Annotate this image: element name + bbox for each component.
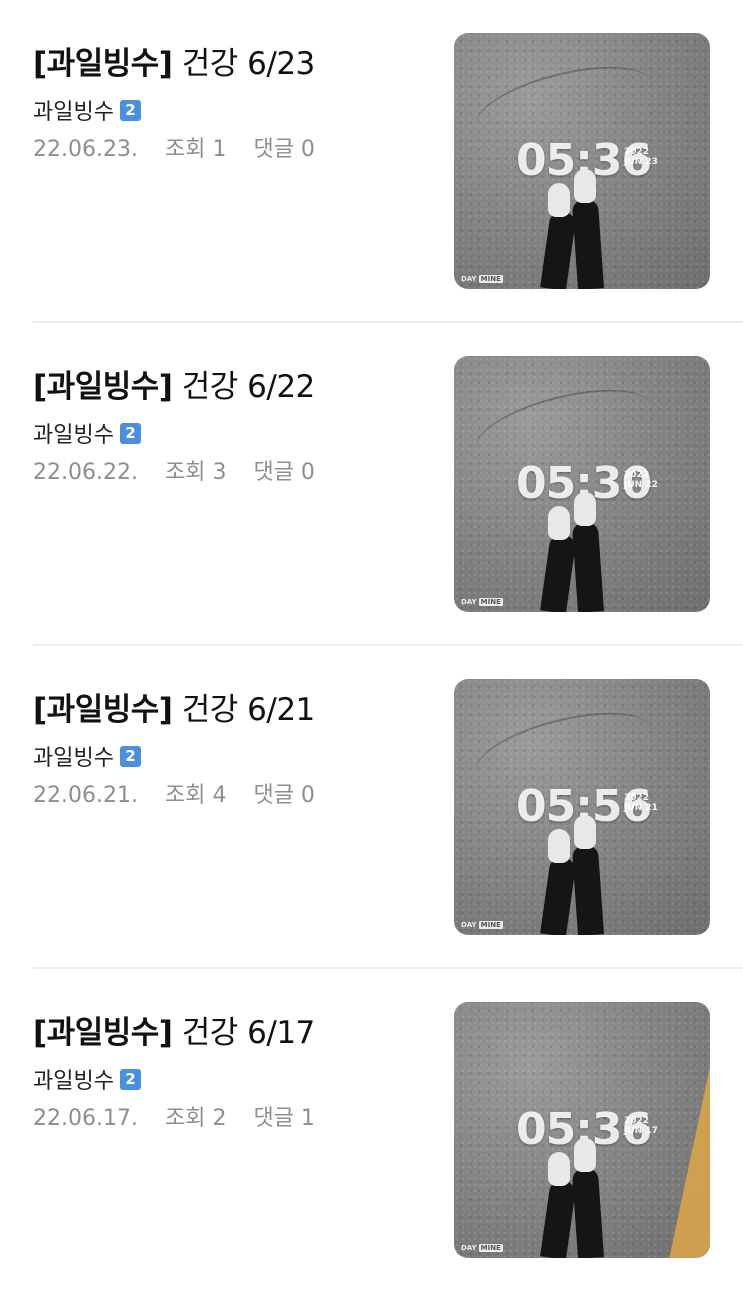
watermark-day: DAY	[461, 275, 477, 283]
daymine-watermark: DAY MINE	[461, 275, 503, 283]
thumb-date: 2022 JUN 17	[624, 1116, 658, 1136]
post-views: 조회 2	[164, 1106, 227, 1131]
author-row: 과일빙수 2	[33, 1063, 141, 1095]
post-views: 조회 4	[164, 783, 227, 808]
post-thumbnail[interactable]: 05:56 2022 JUN 21 DAY MINE	[454, 679, 710, 935]
thumb-day: JUN 22	[624, 480, 658, 490]
daymine-watermark: DAY MINE	[461, 1244, 503, 1252]
level-badge: 2	[119, 1068, 141, 1090]
right-shoe	[574, 1138, 596, 1172]
post-thumbnail[interactable]: 05:36 2022 JUN 17 DAY MINE	[454, 1002, 710, 1258]
watermark-mine: MINE	[478, 275, 503, 283]
author-row: 과일빙수 2	[33, 740, 141, 772]
post-title-tag: [과일빙수]	[33, 692, 173, 728]
watermark-mine: MINE	[478, 921, 503, 929]
post-comments: 댓글 0	[253, 137, 315, 162]
post-date: 22.06.21.	[33, 783, 138, 808]
right-shoe	[574, 492, 596, 526]
level-badge: 2	[119, 422, 141, 444]
author-name[interactable]: 과일빙수	[33, 740, 114, 772]
watermark-day: DAY	[461, 921, 477, 929]
left-shoe	[548, 829, 570, 863]
post-title[interactable]: [과일빙수] 건강 6/17	[33, 1007, 315, 1052]
post-comments: 댓글 0	[253, 783, 315, 808]
post-title-text: 건강 6/23	[172, 46, 316, 82]
post-meta: 22.06.21. 조회 4 댓글 0	[33, 777, 315, 809]
post-item[interactable]: [과일빙수] 건강 6/17 과일빙수 2 22.06.17. 조회 2 댓글 …	[0, 969, 743, 1292]
daymine-watermark: DAY MINE	[461, 598, 503, 606]
post-title-text: 건강 6/21	[172, 692, 316, 728]
author-row: 과일빙수 2	[33, 94, 141, 126]
thumb-year: 2022	[624, 1116, 650, 1126]
post-date: 22.06.22.	[33, 460, 138, 485]
post-title-tag: [과일빙수]	[33, 46, 173, 82]
post-views: 조회 1	[164, 137, 227, 162]
post-meta: 22.06.23. 조회 1 댓글 0	[33, 131, 315, 163]
thumb-year: 2022	[624, 470, 650, 480]
post-meta: 22.06.17. 조회 2 댓글 1	[33, 1100, 315, 1132]
post-title[interactable]: [과일빙수] 건강 6/21	[33, 684, 315, 729]
left-shoe	[548, 1152, 570, 1186]
author-name[interactable]: 과일빙수	[33, 417, 114, 449]
post-comments: 댓글 0	[253, 460, 315, 485]
watermark-mine: MINE	[478, 1244, 503, 1252]
thumb-date: 2022 JUN 21	[624, 793, 658, 813]
thumb-day: JUN 21	[624, 803, 658, 813]
watermark-day: DAY	[461, 1244, 477, 1252]
post-title-text: 건강 6/17	[172, 1015, 316, 1051]
thumb-year: 2022	[624, 793, 650, 803]
author-name[interactable]: 과일빙수	[33, 94, 114, 126]
level-badge: 2	[119, 745, 141, 767]
post-title-text: 건강 6/22	[172, 369, 316, 405]
post-thumbnail[interactable]: 05:30 2022 JUN 22 DAY MINE	[454, 356, 710, 612]
author-row: 과일빙수 2	[33, 417, 141, 449]
post-item[interactable]: [과일빙수] 건강 6/22 과일빙수 2 22.06.22. 조회 3 댓글 …	[0, 323, 743, 646]
thumb-day: JUN 17	[624, 1126, 658, 1136]
watermark-mine: MINE	[478, 598, 503, 606]
thumb-day: JUN 23	[624, 157, 658, 167]
left-shoe	[548, 183, 570, 217]
post-title-tag: [과일빙수]	[33, 1015, 173, 1051]
post-views: 조회 3	[164, 460, 227, 485]
author-name[interactable]: 과일빙수	[33, 1063, 114, 1095]
thumb-date: 2022 JUN 23	[624, 147, 658, 167]
post-meta: 22.06.22. 조회 3 댓글 0	[33, 454, 315, 486]
post-date: 22.06.17.	[33, 1106, 138, 1131]
watermark-day: DAY	[461, 598, 477, 606]
thumb-date: 2022 JUN 22	[624, 470, 658, 490]
level-badge: 2	[119, 99, 141, 121]
thumb-year: 2022	[624, 147, 650, 157]
right-shoe	[574, 169, 596, 203]
daymine-watermark: DAY MINE	[461, 921, 503, 929]
right-shoe	[574, 815, 596, 849]
post-thumbnail[interactable]: 05:36 2022 JUN 23 DAY MINE	[454, 33, 710, 289]
left-shoe	[548, 506, 570, 540]
post-title[interactable]: [과일빙수] 건강 6/23	[33, 38, 315, 83]
post-title[interactable]: [과일빙수] 건강 6/22	[33, 361, 315, 406]
post-item[interactable]: [과일빙수] 건강 6/23 과일빙수 2 22.06.23. 조회 1 댓글 …	[0, 0, 743, 323]
post-date: 22.06.23.	[33, 137, 138, 162]
post-list: [과일빙수] 건강 6/23 과일빙수 2 22.06.23. 조회 1 댓글 …	[0, 0, 743, 1280]
post-item[interactable]: [과일빙수] 건강 6/21 과일빙수 2 22.06.21. 조회 4 댓글 …	[0, 646, 743, 969]
post-comments: 댓글 1	[253, 1106, 315, 1131]
post-title-tag: [과일빙수]	[33, 369, 173, 405]
